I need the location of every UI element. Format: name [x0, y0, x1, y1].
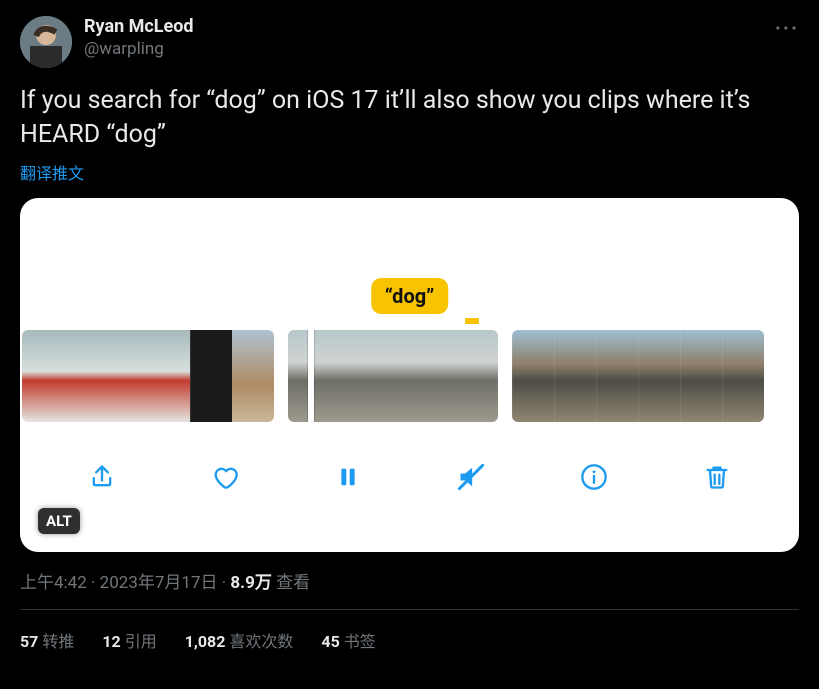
tweet-time[interactable]: 上午4:42 [20, 573, 87, 593]
clip-thumbnail[interactable] [22, 330, 274, 422]
clip-thumbnail[interactable] [288, 330, 498, 422]
tweet-container: Ryan McLeod @warpling ··· If you search … [0, 0, 819, 652]
clip-thumbnail[interactable] [512, 330, 764, 422]
like-button[interactable] [205, 457, 245, 497]
playhead[interactable] [308, 330, 314, 422]
views-count: 8.9万 [230, 573, 271, 593]
engagement-bar: 57转推 12引用 1,082喜欢次数 45书签 [20, 610, 799, 652]
media-toolbar [20, 444, 799, 510]
delete-button[interactable] [697, 457, 737, 497]
tweet-header: Ryan McLeod @warpling ··· [20, 16, 799, 68]
media-card[interactable]: “dog” [20, 198, 799, 552]
search-tag: “dog” [371, 278, 449, 314]
tweet-meta: 上午4:42 · 2023年7月17日 · 8.9万 查看 [20, 568, 799, 610]
tweet-text: If you search for “dog” on iOS 17 it’ll … [20, 84, 799, 152]
author-names: Ryan McLeod @warpling [84, 16, 194, 60]
share-button[interactable] [82, 457, 122, 497]
alt-badge[interactable]: ALT [38, 508, 80, 534]
search-tag-marker [465, 318, 479, 324]
mute-button[interactable] [451, 457, 491, 497]
display-name[interactable]: Ryan McLeod [84, 16, 194, 39]
more-icon[interactable]: ··· [775, 16, 799, 40]
views-label: 查看 [272, 573, 310, 593]
retweets[interactable]: 57转推 [20, 628, 74, 652]
info-button[interactable] [574, 457, 614, 497]
avatar[interactable] [20, 16, 72, 68]
pause-button[interactable] [328, 457, 368, 497]
bookmarks[interactable]: 45书签 [321, 628, 375, 652]
tweet-date[interactable]: 2023年7月17日 [100, 573, 218, 593]
quotes[interactable]: 12引用 [102, 628, 156, 652]
video-scrubber[interactable] [20, 330, 799, 422]
handle[interactable]: @warpling [84, 39, 194, 60]
translate-link[interactable]: 翻译推文 [20, 160, 84, 184]
likes[interactable]: 1,082喜欢次数 [185, 628, 294, 652]
